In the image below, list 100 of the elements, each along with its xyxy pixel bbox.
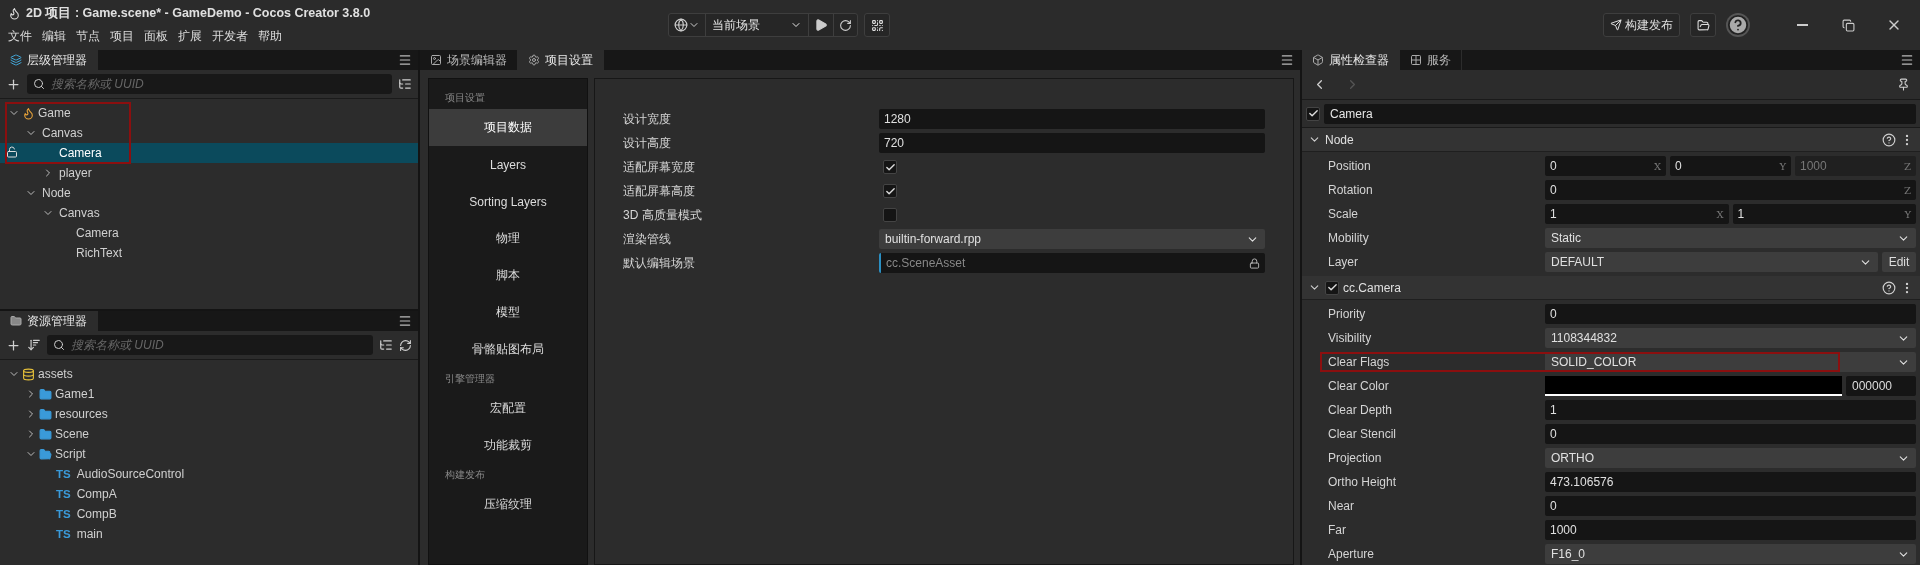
sort-icon[interactable] <box>27 338 41 353</box>
menu-icon[interactable] <box>1280 53 1294 67</box>
tree-item[interactable]: TS CompA <box>0 484 418 505</box>
help-icon[interactable] <box>1882 132 1896 147</box>
list-icon[interactable] <box>398 77 412 91</box>
tree-item[interactable]: Scene <box>0 424 418 445</box>
menu-icon[interactable] <box>1900 53 1914 67</box>
list-icon[interactable] <box>379 338 393 353</box>
menu-item[interactable]: 帮助 <box>258 28 282 45</box>
tree-item[interactable]: TS AudioSourceControl <box>0 464 418 485</box>
menu-item[interactable]: 开发者 <box>212 28 248 45</box>
tree-item[interactable]: Game <box>0 103 418 123</box>
menu-icon[interactable] <box>398 314 412 329</box>
number-field[interactable]: 473.106576 <box>1545 472 1916 492</box>
menu-icon[interactable] <box>398 53 412 67</box>
unlock-icon[interactable] <box>6 146 18 158</box>
number-field[interactable]: 0 Z <box>1545 180 1916 200</box>
edit-button[interactable]: Edit <box>1882 252 1916 272</box>
refresh-icon[interactable] <box>839 18 852 32</box>
nav-item[interactable]: 骨骼贴图布局 <box>429 331 587 368</box>
property-label: Near <box>1327 499 1355 513</box>
tree-item[interactable]: TS CompB <box>0 504 418 525</box>
nav-item[interactable]: 压缩纹理 <box>429 486 587 523</box>
property-label: Position <box>1327 159 1372 173</box>
select-field[interactable]: DEFAULT <box>1545 252 1878 272</box>
tree-item[interactable]: Camera <box>0 143 418 163</box>
nav-item[interactable]: Sorting Layers <box>429 183 587 220</box>
tree-item[interactable]: Canvas <box>0 123 418 143</box>
help-icon[interactable] <box>1882 280 1896 295</box>
add-icon[interactable] <box>6 76 21 92</box>
build-button[interactable]: 构建发布 <box>1603 13 1680 37</box>
play-icon[interactable] <box>814 18 828 32</box>
editor-tab[interactable]: 项目设置 <box>518 50 604 70</box>
menu-item[interactable]: 节点 <box>76 28 100 45</box>
tree-item[interactable]: RichText <box>0 243 418 263</box>
nav-item[interactable]: 宏配置 <box>429 390 587 427</box>
checkbox[interactable] <box>883 184 897 198</box>
qr-code-button[interactable] <box>864 13 890 37</box>
checkbox[interactable] <box>1306 106 1320 121</box>
open-folder-button[interactable] <box>1690 13 1716 37</box>
menu-item[interactable]: 编辑 <box>42 28 66 45</box>
tree-item[interactable]: Game1 <box>0 384 418 405</box>
text-field[interactable]: 1280 <box>879 109 1265 129</box>
number-field[interactable]: 0 Y <box>1670 156 1791 176</box>
select-field[interactable]: F16_0 <box>1545 544 1916 564</box>
hex-field[interactable]: 000000 <box>1846 376 1916 396</box>
number-field[interactable]: 0 X <box>1545 156 1666 176</box>
tree-item[interactable]: resources <box>0 404 418 425</box>
nav-item[interactable]: 功能裁剪 <box>429 427 587 464</box>
refresh-icon[interactable] <box>399 338 412 352</box>
name-field[interactable]: Camera <box>1324 103 1916 124</box>
number-field[interactable]: 1000 <box>1545 520 1916 540</box>
nav-item[interactable]: 物理 <box>429 220 587 257</box>
asset-field[interactable]: cc.SceneAsset <box>879 253 1265 273</box>
section-header[interactable]: Node <box>1302 128 1920 152</box>
search-field[interactable]: 搜索名称或 UUID <box>27 74 392 94</box>
inspector-tab[interactable]: 服务 <box>1400 50 1462 70</box>
select-field[interactable]: builtin-forward.rpp <box>879 229 1265 249</box>
number-field[interactable]: 1 <box>1545 400 1916 420</box>
section-title: 构建发布 <box>444 468 486 482</box>
panel-tab[interactable]: 层级管理器 <box>0 50 98 70</box>
number-field[interactable]: 1 Y <box>1732 204 1916 224</box>
number-field[interactable]: 0 <box>1545 424 1916 444</box>
select-field[interactable]: 1108344832 <box>1545 328 1916 348</box>
add-icon[interactable] <box>6 337 21 353</box>
select-field[interactable]: ORTHO <box>1545 448 1916 468</box>
tree-item[interactable]: Node <box>0 183 418 203</box>
property-label: Clear Flags <box>1327 355 1391 369</box>
inspector-tab[interactable]: 属性检查器 <box>1302 50 1400 70</box>
nav-item[interactable]: 脚本 <box>429 257 587 294</box>
panel-tab[interactable]: 资源管理器 <box>0 311 98 332</box>
typescript-icon: TS <box>56 488 71 501</box>
text-field[interactable]: 720 <box>879 133 1265 153</box>
nav-item[interactable]: 模型 <box>429 294 587 331</box>
select-field[interactable]: Static <box>1545 228 1916 248</box>
layers-icon <box>10 54 22 66</box>
tree-item[interactable]: Canvas <box>0 203 418 223</box>
number-field[interactable]: 0 <box>1545 496 1916 516</box>
search-field[interactable]: 搜索名称或 UUID <box>47 335 373 356</box>
database-icon <box>22 367 35 381</box>
pin-icon[interactable] <box>1897 78 1910 91</box>
checkbox[interactable] <box>883 208 897 222</box>
menu-item[interactable]: 扩展 <box>178 28 202 45</box>
menu-item[interactable]: 项目 <box>110 28 134 45</box>
help-button[interactable] <box>1726 13 1750 37</box>
nav-item[interactable]: 项目数据 <box>429 109 587 146</box>
tree-item[interactable]: TS main <box>0 524 418 545</box>
number-field[interactable]: 1 X <box>1545 204 1729 224</box>
section-header[interactable]: cc.Camera <box>1302 276 1920 300</box>
tree-item[interactable]: assets <box>0 364 418 385</box>
tree-item[interactable]: player <box>0 163 418 183</box>
tree-item[interactable]: Camera <box>0 223 418 243</box>
number-field[interactable]: 0 <box>1545 304 1916 324</box>
tree-item[interactable]: Script <box>0 444 418 465</box>
nav-item[interactable]: Layers <box>429 146 587 183</box>
menu-item[interactable]: 面板 <box>144 28 168 45</box>
menu-item[interactable]: 文件 <box>8 28 32 45</box>
checkbox[interactable] <box>883 160 897 174</box>
color-swatch[interactable] <box>1545 376 1842 396</box>
checkbox[interactable] <box>1325 280 1339 295</box>
